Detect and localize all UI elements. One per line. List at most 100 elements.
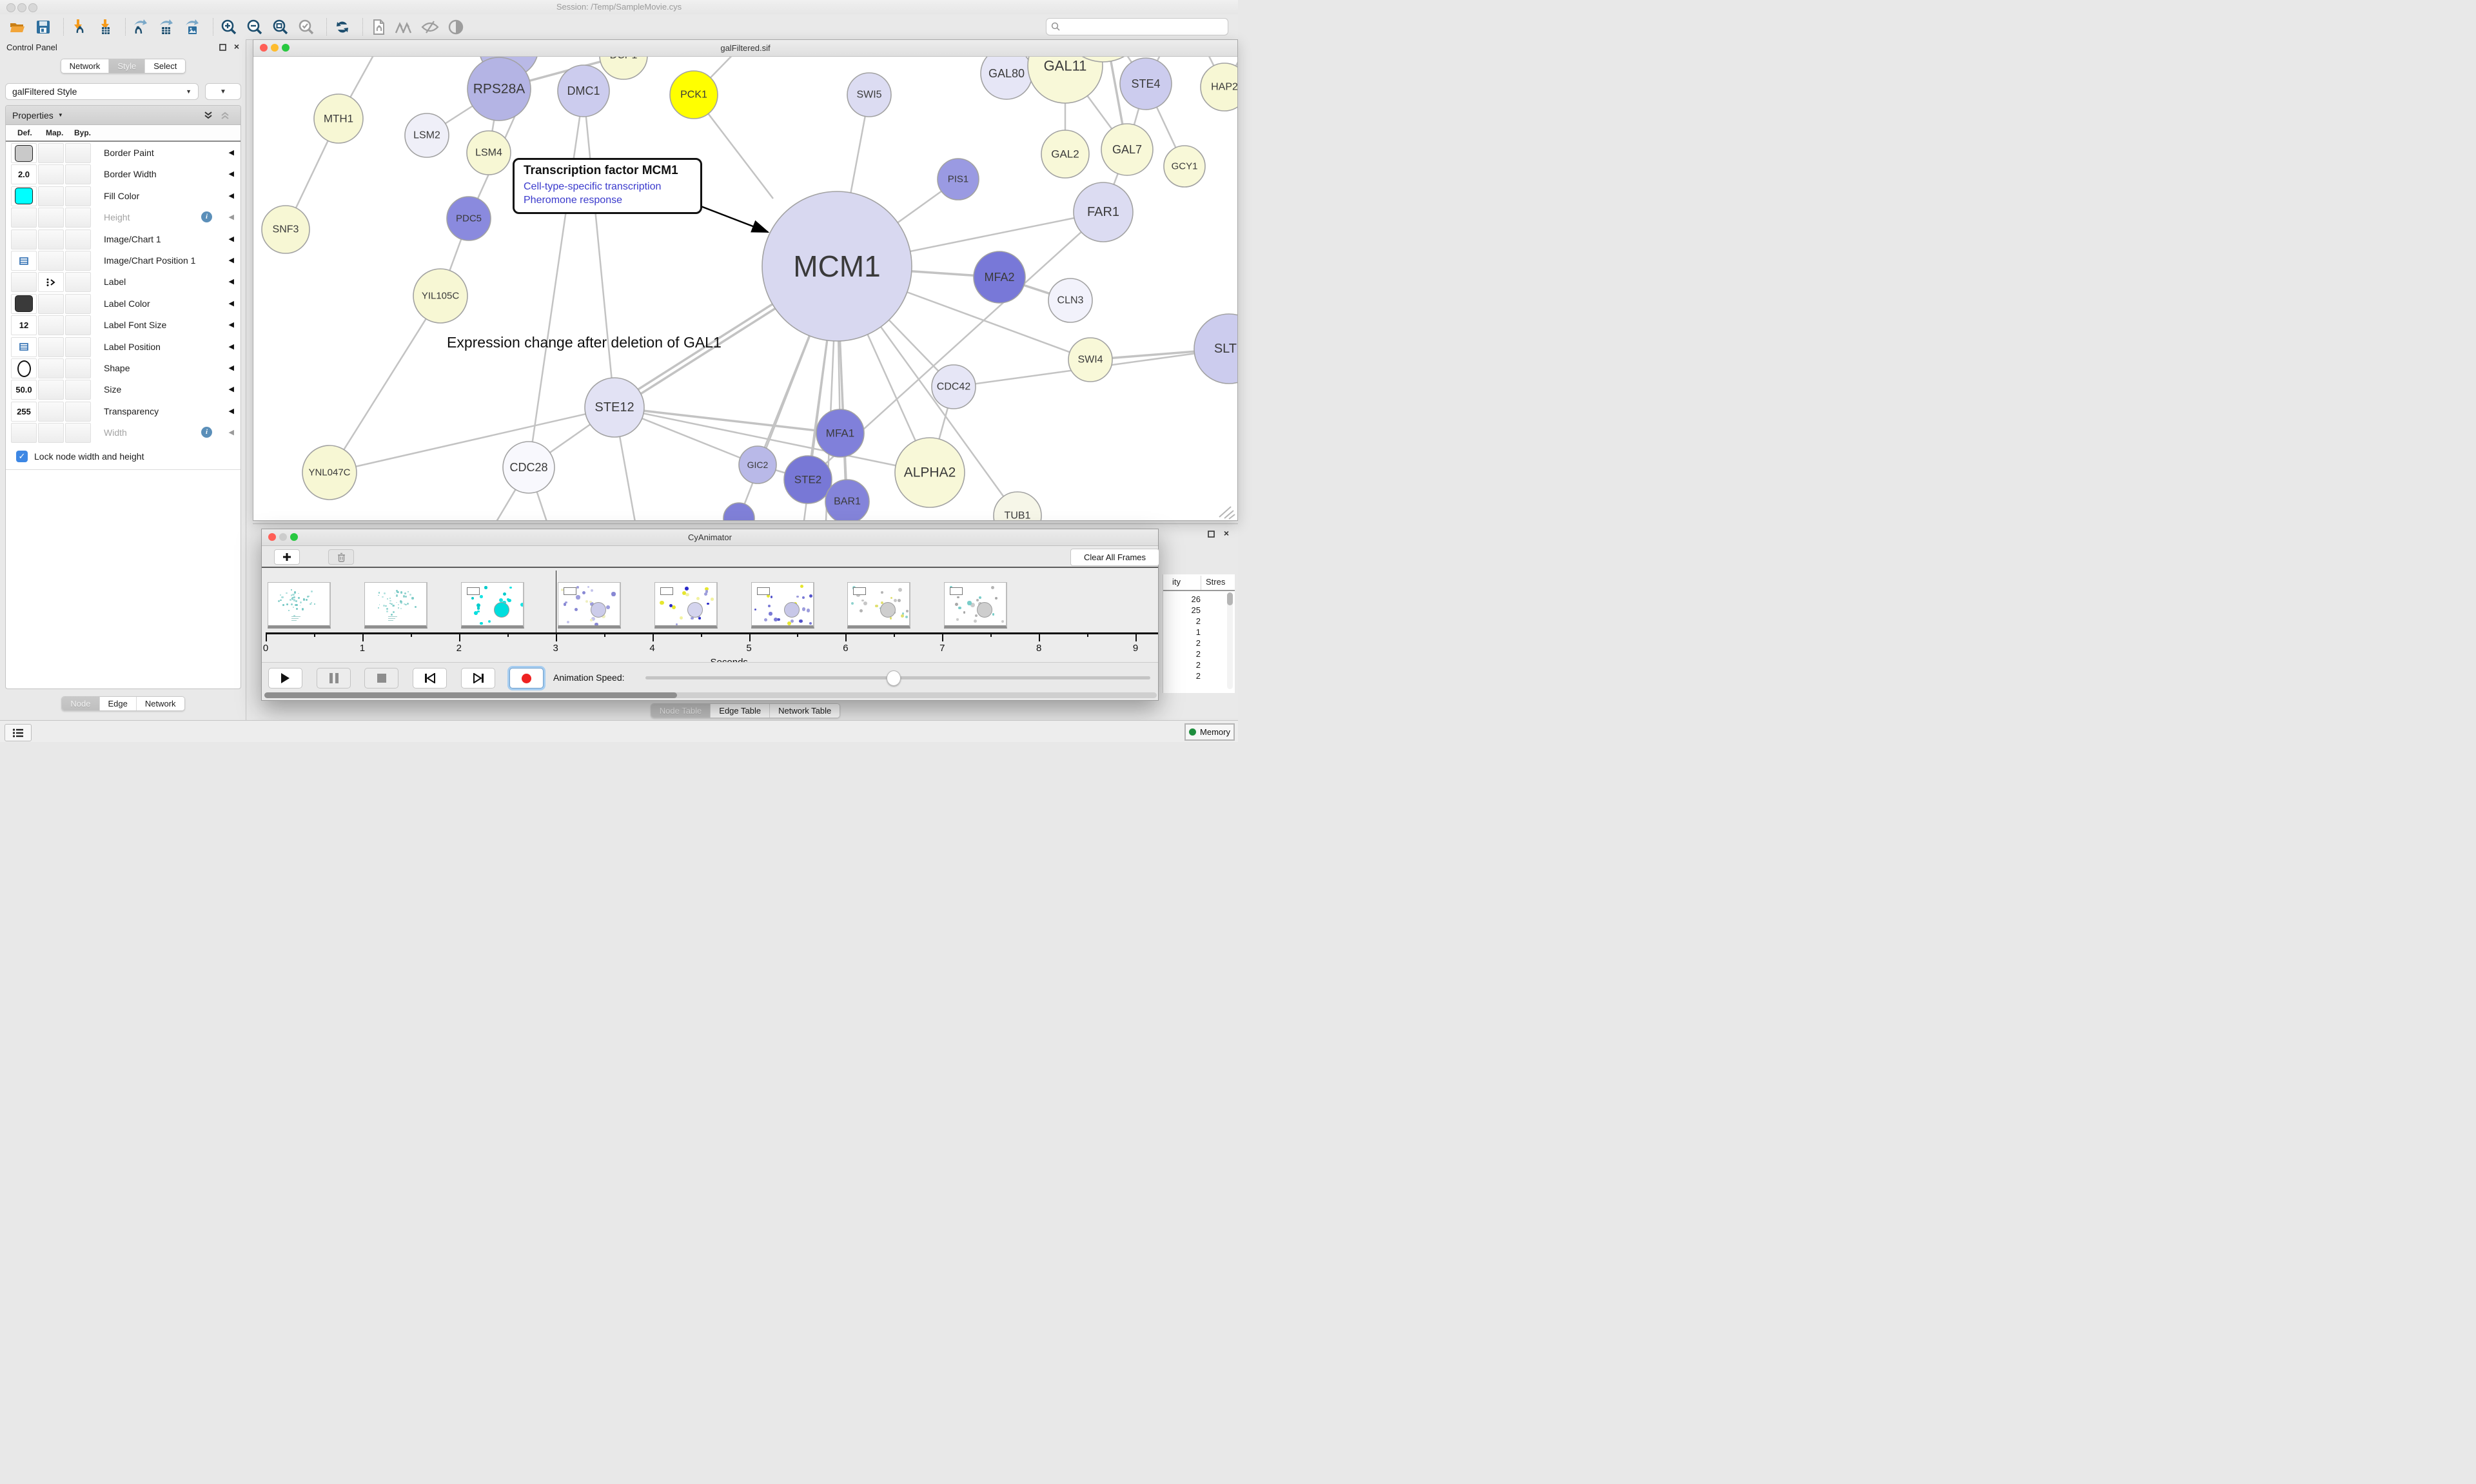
search-box[interactable] xyxy=(1046,18,1228,35)
property-row-label-position[interactable]: Label Position◀ xyxy=(6,336,241,358)
map-cell[interactable] xyxy=(38,380,64,400)
expand-row-icon[interactable]: ◀ xyxy=(229,142,234,164)
property-row-transparency[interactable]: 255Transparency◀ xyxy=(6,400,241,423)
node-PCK1[interactable]: PCK1 xyxy=(670,71,718,119)
node-ALPHA2[interactable]: ALPHA2 xyxy=(895,438,965,507)
minimize-window-icon[interactable] xyxy=(271,44,279,52)
map-cell[interactable] xyxy=(38,358,64,378)
panel-tab-network[interactable]: Network xyxy=(137,697,184,710)
property-row-label-font-size[interactable]: 12Label Font Size◀ xyxy=(6,314,241,337)
info-icon[interactable]: i xyxy=(201,211,212,222)
close-window-icon[interactable] xyxy=(268,533,276,541)
node-CDC28[interactable]: CDC28 xyxy=(503,442,555,493)
node-BOT1[interactable] xyxy=(723,503,754,520)
def-cell[interactable]: 12 xyxy=(11,315,37,335)
property-row-border-paint[interactable]: Border Paint◀ xyxy=(6,142,241,164)
node-MFA1[interactable]: MFA1 xyxy=(816,409,864,457)
expand-row-icon[interactable]: ◀ xyxy=(229,249,234,271)
frame-thumbnail-7[interactable] xyxy=(944,582,1007,629)
node-GIC2[interactable]: GIC2 xyxy=(739,446,776,483)
def-cell[interactable] xyxy=(11,251,37,271)
def-cell[interactable] xyxy=(11,186,37,206)
node-TUB1[interactable]: TUB1 xyxy=(994,492,1041,520)
property-row-fill-color[interactable]: Fill Color◀ xyxy=(6,185,241,208)
node-STE4[interactable]: STE4 xyxy=(1120,58,1172,110)
node-GAL80[interactable]: GAL80 xyxy=(981,57,1032,99)
map-cell[interactable] xyxy=(38,315,64,335)
table-cell-value[interactable]: 2 xyxy=(1163,616,1201,627)
frame-thumbnail-3[interactable] xyxy=(558,582,621,629)
map-cell[interactable] xyxy=(38,186,64,206)
open-folder-icon[interactable] xyxy=(8,17,27,37)
property-row-height[interactable]: Heighti◀ xyxy=(6,206,241,229)
float-table-panel-icon[interactable] xyxy=(1208,531,1215,539)
property-row-shape[interactable]: Shape◀ xyxy=(6,357,241,380)
zoom-out-icon[interactable] xyxy=(245,17,264,37)
peaks-icon[interactable] xyxy=(395,17,414,37)
map-cell[interactable] xyxy=(38,208,64,228)
cyanimator-titlebar[interactable]: CyAnimator xyxy=(262,529,1158,546)
table-scrollbar[interactable] xyxy=(1227,592,1233,689)
map-cell[interactable] xyxy=(38,164,64,184)
byp-cell[interactable] xyxy=(65,337,91,357)
task-history-button[interactable] xyxy=(5,724,32,741)
def-cell[interactable] xyxy=(11,337,37,357)
map-cell[interactable] xyxy=(38,402,64,422)
node-GAL2[interactable]: GAL2 xyxy=(1041,130,1089,178)
expand-row-icon[interactable]: ◀ xyxy=(229,378,234,400)
expand-row-icon[interactable]: ◀ xyxy=(229,271,234,293)
node-SLT2[interactable]: SLT2 xyxy=(1194,314,1237,384)
map-cell[interactable] xyxy=(38,423,64,443)
byp-cell[interactable] xyxy=(65,208,91,228)
timeline-playhead[interactable] xyxy=(556,571,557,632)
def-cell[interactable] xyxy=(11,208,37,228)
map-cell[interactable] xyxy=(38,337,64,357)
table-cell-value[interactable]: 2 xyxy=(1163,670,1201,681)
node-LSM4[interactable]: LSM4 xyxy=(467,131,511,175)
expand-row-icon[interactable]: ◀ xyxy=(229,206,234,228)
annotation-link[interactable]: Cell-type-specific transcription xyxy=(524,180,691,193)
doc-network-icon[interactable] xyxy=(369,17,388,37)
node-LSM2[interactable]: LSM2 xyxy=(405,113,449,157)
cyanimator-timeline[interactable]: 0123456789 Seconds xyxy=(262,568,1158,662)
property-row-size[interactable]: 50.0Size◀ xyxy=(6,378,241,401)
style-selector[interactable]: galFiltered Style ▼ xyxy=(5,83,199,100)
float-panel-icon[interactable] xyxy=(219,44,226,52)
skip-end-button[interactable] xyxy=(461,668,495,688)
node-MTH1[interactable]: MTH1 xyxy=(314,94,363,143)
zoom-selected-icon[interactable] xyxy=(297,17,316,37)
byp-cell[interactable] xyxy=(65,380,91,400)
stop-button[interactable] xyxy=(364,668,398,688)
table-cell-value[interactable]: 2 xyxy=(1163,638,1201,649)
memory-button[interactable]: Memory xyxy=(1184,723,1235,741)
frame-thumbnail-5[interactable] xyxy=(751,582,814,629)
byp-cell[interactable] xyxy=(65,186,91,206)
node-PIS1[interactable]: PIS1 xyxy=(938,159,979,200)
expand-row-icon[interactable]: ◀ xyxy=(229,400,234,422)
node-SNF3[interactable]: SNF3 xyxy=(262,206,310,253)
node-GCY1[interactable]: GCY1 xyxy=(1164,146,1205,187)
style-options-button[interactable]: ▼ xyxy=(205,83,241,100)
node-DMC1[interactable]: DMC1 xyxy=(558,65,609,117)
def-cell[interactable]: 255 xyxy=(11,402,37,422)
export-image-icon[interactable] xyxy=(183,17,202,37)
table-column-headers[interactable]: ity Stres xyxy=(1163,574,1235,591)
def-cell[interactable] xyxy=(11,294,37,314)
table-cell-value[interactable]: 26 xyxy=(1163,594,1201,605)
close-window-icon[interactable] xyxy=(260,44,268,52)
search-input[interactable] xyxy=(1061,21,1218,32)
panel-tab-edge[interactable]: Edge xyxy=(100,697,137,710)
frame-thumbnail-6[interactable] xyxy=(847,582,910,629)
map-cell[interactable] xyxy=(38,272,64,292)
property-row-image-chart-position-1[interactable]: Image/Chart Position 1◀ xyxy=(6,249,241,272)
collapse-all-icon[interactable] xyxy=(220,110,230,121)
skip-start-button[interactable] xyxy=(413,668,447,688)
network-window-titlebar[interactable]: galFiltered.sif xyxy=(253,40,1237,57)
node-RPS28A[interactable]: RPS28A xyxy=(467,57,531,121)
frame-thumbnail-1[interactable] xyxy=(364,582,427,629)
tab-style[interactable]: Style xyxy=(109,59,145,73)
refresh-icon[interactable] xyxy=(333,17,352,37)
node-FAR1[interactable]: FAR1 xyxy=(1074,182,1133,242)
byp-cell[interactable] xyxy=(65,229,91,249)
byp-cell[interactable] xyxy=(65,272,91,292)
